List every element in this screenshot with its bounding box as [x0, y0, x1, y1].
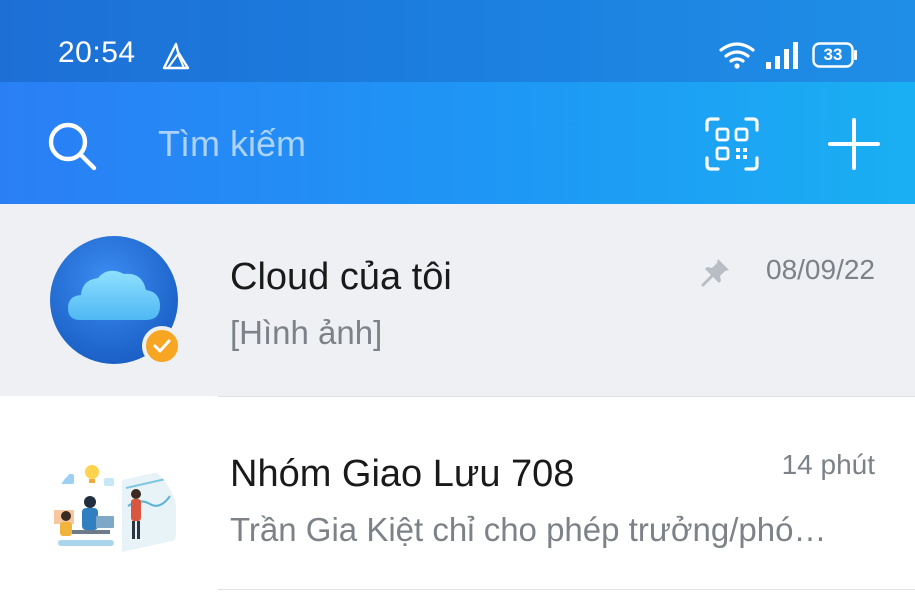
chat-name: Cloud của tôi — [230, 256, 452, 298]
battery-level: 33 — [823, 45, 843, 64]
chat-time: 08/09/22 — [766, 254, 875, 285]
search-icon[interactable] — [44, 118, 100, 174]
pin-icon — [701, 259, 729, 287]
status-bar: 20:54 33 — [0, 0, 915, 82]
verified-check-icon — [153, 339, 171, 353]
search-input[interactable] — [158, 120, 658, 168]
wifi-icon — [719, 42, 755, 69]
group-illustration — [50, 456, 178, 584]
chat-preview: [Hình ảnh] — [230, 314, 383, 351]
chat-preview: Trần Gia Kiệt chỉ cho phép trưởng/phó… — [230, 511, 827, 548]
divider — [218, 396, 915, 397]
divider — [218, 589, 915, 590]
book-arrow-icon — [162, 42, 190, 70]
plus-icon[interactable] — [826, 116, 882, 172]
verified-badge — [142, 326, 182, 366]
group-avatar[interactable] — [50, 456, 178, 584]
chat-name: Nhóm Giao Lưu 708 — [230, 453, 575, 495]
qr-scan-icon[interactable] — [704, 116, 760, 172]
status-time: 20:54 — [58, 36, 136, 69]
battery-indicator: 33 — [812, 42, 858, 68]
chat-time: 14 phút — [781, 449, 875, 480]
signal-icon — [766, 42, 798, 69]
